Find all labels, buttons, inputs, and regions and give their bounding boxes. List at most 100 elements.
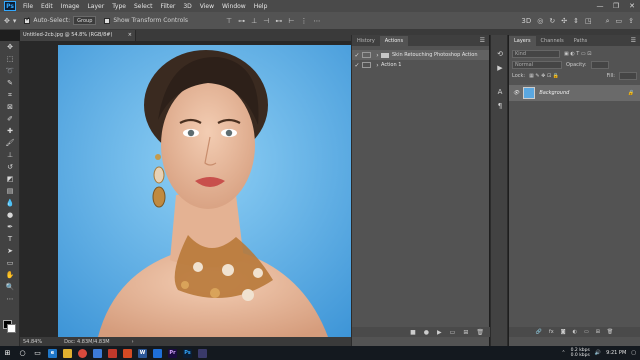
3d-orbit-icon[interactable]: ◎	[537, 16, 543, 26]
zoom-tool-icon[interactable]: 🔍	[0, 281, 20, 293]
marquee-tool-icon[interactable]: ⬚	[0, 53, 20, 65]
character-panel-icon[interactable]: ¶	[491, 99, 509, 113]
taskbar-app-mail[interactable]	[150, 346, 165, 360]
dialog-toggle-box[interactable]	[362, 62, 371, 68]
dodge-tool-icon[interactable]: ●	[0, 209, 20, 221]
path-select-tool-icon[interactable]: ➤	[0, 245, 20, 257]
align-vcenter-icon[interactable]: ⊶	[238, 16, 245, 26]
shape-tool-icon[interactable]: ▭	[0, 257, 20, 269]
fx-icon[interactable]: fx	[549, 329, 554, 335]
move-tool-preset[interactable]: ✥ ▾	[0, 16, 20, 26]
actions-panel-icon[interactable]: ▶	[491, 61, 509, 75]
quick-select-tool-icon[interactable]: ✎	[0, 77, 20, 89]
chevron-down-icon[interactable]: ›	[374, 52, 381, 59]
menu-image[interactable]: Image	[57, 3, 84, 10]
close-button[interactable]: ✕	[624, 2, 640, 10]
task-view-icon[interactable]: ▭	[30, 346, 45, 360]
3d-slide-icon[interactable]: ⇕	[573, 16, 579, 26]
delete-icon[interactable]: 🗑	[476, 329, 484, 336]
more-tools-icon[interactable]: ⋯	[0, 293, 20, 305]
history-panel-icon[interactable]: ⟲	[491, 47, 509, 61]
zoom-level[interactable]: 54.84%	[23, 339, 42, 345]
taskbar-app-vivaldi[interactable]	[105, 346, 120, 360]
type-tool-icon[interactable]: T	[0, 233, 20, 245]
new-set-icon[interactable]: ▭	[450, 329, 456, 336]
new-layer-icon[interactable]: ⊞	[596, 329, 600, 335]
lock-icons[interactable]: ▦ ✎ ✥ ⊡ 🔒	[529, 73, 559, 79]
gradient-tool-icon[interactable]: ▤	[0, 185, 20, 197]
move-tool-icon[interactable]: ✥	[0, 41, 20, 53]
menu-edit[interactable]: Edit	[37, 3, 57, 10]
3d-roll-icon[interactable]: ↻	[549, 16, 555, 26]
auto-select-checkbox[interactable]	[24, 16, 30, 24]
link-icon[interactable]: 🔗	[536, 329, 542, 335]
taskbar-app-word[interactable]: W	[135, 346, 150, 360]
delete-icon[interactable]: 🗑	[607, 329, 613, 335]
maximize-button[interactable]: ❐	[608, 2, 624, 10]
menu-view[interactable]: View	[196, 3, 218, 10]
notifications-icon[interactable]: ▢	[631, 350, 636, 356]
taskbar-app-premiere[interactable]: Pr	[165, 346, 180, 360]
panel-menu-icon[interactable]: ☰	[631, 36, 636, 46]
start-icon[interactable]: ⊞	[0, 346, 15, 360]
chevron-right-icon[interactable]: ›	[374, 62, 381, 69]
distribute-horizontal-icon[interactable]: ⋯	[313, 16, 320, 26]
menu-filter[interactable]: Filter	[157, 3, 180, 10]
eraser-tool-icon[interactable]: ◩	[0, 173, 20, 185]
menu-layer[interactable]: Layer	[83, 3, 108, 10]
speaker-icon[interactable]: 🔊	[595, 350, 601, 356]
tab-history[interactable]: History	[352, 36, 380, 46]
tab-channels[interactable]: Channels	[536, 36, 569, 46]
lasso-tool-icon[interactable]: ➰	[0, 65, 20, 77]
hand-tool-icon[interactable]: ✋	[0, 269, 20, 281]
minimize-button[interactable]: —	[592, 2, 608, 10]
clone-stamp-tool-icon[interactable]: ⊥	[0, 149, 20, 161]
action-set-row[interactable]: ✓ › Skin Retouching Photoshop Action	[352, 50, 489, 60]
kind-filter[interactable]: Kind	[512, 49, 560, 58]
show-transform-checkbox[interactable]	[104, 17, 111, 24]
menu-help[interactable]: Help	[250, 3, 272, 10]
3d-scale-icon[interactable]: ◳	[585, 16, 592, 26]
menu-select[interactable]: Select	[130, 3, 157, 10]
action-row[interactable]: ✓ › Action 1	[352, 60, 489, 70]
taskbar-app-edge[interactable]: e	[45, 346, 60, 360]
layer-row-background[interactable]: 👁 Background 🔒	[509, 85, 640, 101]
document-tab[interactable]: Untitled-2cb.jpg @ 54.8% (RGB/8#) ×	[20, 30, 136, 41]
taskbar-app-chrome[interactable]	[75, 346, 90, 360]
menu-window[interactable]: Window	[218, 3, 250, 10]
toggle-check-icon[interactable]: ✓	[352, 52, 362, 59]
eye-icon[interactable]: 👁	[513, 90, 519, 96]
3d-pan-icon[interactable]: ✣	[561, 16, 567, 26]
align-top-icon[interactable]: ⊤	[226, 16, 232, 26]
align-left-icon[interactable]: ⊣	[263, 16, 269, 26]
distribute-icon[interactable]: ⋮	[300, 16, 307, 26]
background-color-swatch[interactable]	[7, 324, 16, 333]
status-arrow-icon[interactable]: ›	[132, 339, 134, 345]
frame-tool-icon[interactable]: ⊠	[0, 101, 20, 113]
paragraph-panel-icon[interactable]: A	[491, 85, 509, 99]
play-icon[interactable]: ▶	[437, 329, 442, 336]
taskbar-app-photoshop[interactable]: Ps	[180, 346, 195, 360]
stop-icon[interactable]: ■	[410, 329, 416, 336]
close-tab-icon[interactable]: ×	[128, 30, 132, 41]
align-bottom-icon[interactable]: ⊥	[251, 16, 257, 26]
taskbar-app-other[interactable]	[195, 346, 210, 360]
group-icon[interactable]: ▭	[584, 329, 589, 335]
eyedropper-tool-icon[interactable]: ✐	[0, 113, 20, 125]
align-hcenter-icon[interactable]: ⊷	[275, 16, 282, 26]
taskbar-app-store[interactable]	[90, 346, 105, 360]
tab-layers[interactable]: Layers	[509, 36, 536, 46]
fill-field[interactable]	[619, 71, 637, 80]
share-icon[interactable]: ⇪	[628, 16, 634, 26]
opacity-field[interactable]	[590, 60, 609, 69]
clock[interactable]: 9:21 PM	[606, 350, 626, 356]
record-icon[interactable]: ●	[424, 329, 429, 336]
crop-tool-icon[interactable]: ⌗	[0, 89, 20, 101]
menu-3d[interactable]: 3D	[179, 3, 195, 10]
search-icon[interactable]: ⌕	[606, 16, 610, 26]
filter-icons[interactable]: ▣ ◐ T ▭ ⊡	[564, 51, 591, 57]
workspace-icon[interactable]: ▭	[616, 16, 623, 26]
blur-tool-icon[interactable]: 💧	[0, 197, 20, 209]
toggle-check-icon[interactable]: ✓	[352, 62, 362, 69]
dialog-toggle-box[interactable]	[362, 52, 371, 58]
